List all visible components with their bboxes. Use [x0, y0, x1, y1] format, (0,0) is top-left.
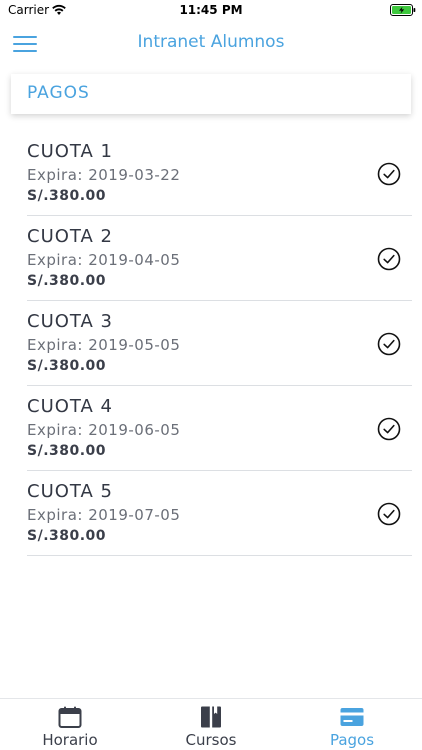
payment-expiry: Expira: 2019-07-05	[27, 506, 181, 524]
payment-amount: S/.380.00	[27, 443, 107, 459]
tab-horario[interactable]: Horario	[0, 699, 140, 750]
payment-amount: S/.380.00	[27, 273, 107, 289]
payment-item[interactable]: CUOTA 4 Expira: 2019-06-05 S/.380.00	[27, 386, 412, 471]
tab-pagos[interactable]: Pagos	[282, 699, 422, 750]
app-screen: Carrier 11:45 PM Intranet Alumnos PAGOS …	[0, 0, 422, 750]
check-circle-icon[interactable]	[377, 502, 401, 526]
payment-item[interactable]: CUOTA 5 Expira: 2019-07-05 S/.380.00	[27, 471, 412, 556]
nav-bar: Intranet Alumnos	[0, 22, 422, 64]
page-title: Intranet Alumnos	[137, 32, 285, 52]
payment-expiry: Expira: 2019-04-05	[27, 251, 181, 269]
payment-item[interactable]: CUOTA 2 Expira: 2019-04-05 S/.380.00	[27, 216, 412, 301]
tab-label: Pagos	[329, 731, 375, 749]
payment-title: CUOTA 1	[27, 141, 113, 162]
section-title: PAGOS	[27, 83, 90, 103]
status-time: 11:45 PM	[179, 3, 243, 17]
payments-list: CUOTA 1 Expira: 2019-03-22 S/.380.00 CUO…	[27, 131, 412, 556]
check-circle-icon[interactable]	[377, 417, 401, 441]
payment-expiry: Expira: 2019-06-05	[27, 421, 181, 439]
battery-charging-icon	[390, 4, 416, 16]
payment-expiry: Expira: 2019-05-05	[27, 336, 181, 354]
check-circle-icon[interactable]	[377, 332, 401, 356]
payment-title: CUOTA 5	[27, 481, 113, 502]
payment-amount: S/.380.00	[27, 358, 107, 374]
tab-bar: Horario Cursos Pagos	[0, 698, 422, 750]
payment-title: CUOTA 3	[27, 311, 113, 332]
tab-cursos[interactable]: Cursos	[141, 699, 281, 750]
tab-label: Horario	[42, 731, 98, 749]
calendar-icon	[58, 706, 82, 728]
payment-title: CUOTA 2	[27, 226, 113, 247]
book-icon	[201, 706, 221, 728]
status-bar: Carrier 11:45 PM	[0, 0, 422, 22]
section-header-card: PAGOS	[11, 74, 411, 114]
payment-title: CUOTA 4	[27, 396, 113, 417]
payment-amount: S/.380.00	[27, 528, 107, 544]
tab-label: Cursos	[185, 731, 237, 749]
check-circle-icon[interactable]	[377, 247, 401, 271]
payment-expiry: Expira: 2019-03-22	[27, 166, 181, 184]
check-circle-icon[interactable]	[377, 162, 401, 186]
payment-item[interactable]: CUOTA 3 Expira: 2019-05-05 S/.380.00	[27, 301, 412, 386]
payment-item[interactable]: CUOTA 1 Expira: 2019-03-22 S/.380.00	[27, 131, 412, 216]
payment-amount: S/.380.00	[27, 188, 107, 204]
credit-card-icon	[340, 708, 364, 726]
